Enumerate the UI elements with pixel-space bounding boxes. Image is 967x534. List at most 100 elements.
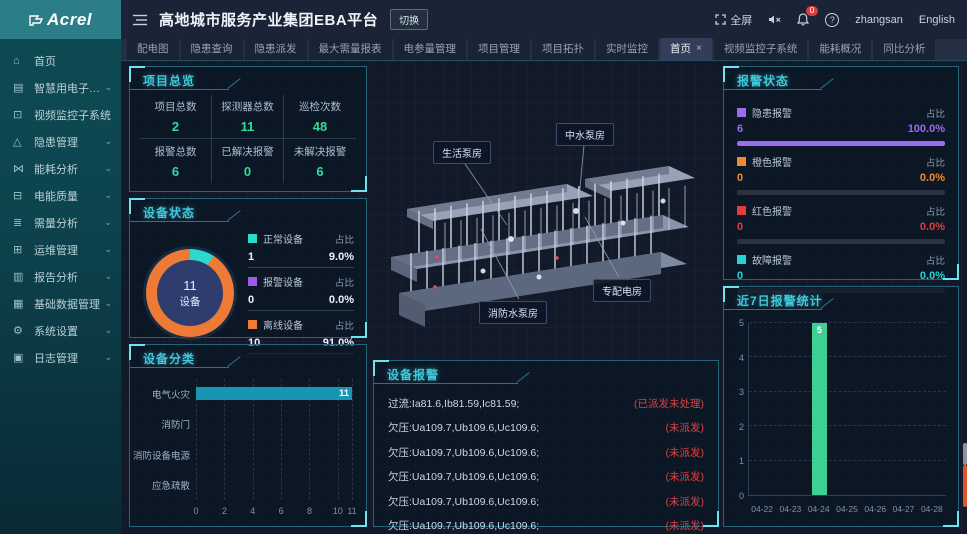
mute-button[interactable]	[768, 14, 781, 25]
panel-title-rule	[517, 372, 530, 383]
switch-project-button[interactable]: 切换	[390, 9, 428, 30]
tab-同比分析[interactable]: 同比分析	[873, 38, 935, 60]
alarm-row[interactable]: 欠压:Ua109.7,Ub109.6,Uc109.6;(未派发)	[388, 440, 704, 465]
panel-title-rule	[227, 356, 240, 367]
tab-电参量管理[interactable]: 电参量管理	[394, 38, 467, 60]
device-category-chart: 电气火灾消防门消防设备电源应急疏散 11	[138, 379, 352, 500]
tab-隐患查询[interactable]: 隐患查询	[181, 38, 243, 60]
ratio-label: 占比	[335, 232, 354, 246]
panel-corner-accent	[365, 322, 367, 338]
tab-隐患派发[interactable]: 隐患派发	[245, 38, 307, 60]
menu-collapse-icon[interactable]	[133, 14, 147, 26]
legend-label: 离线设备	[263, 317, 335, 332]
sidebar-item-系统设置[interactable]: ⚙系统设置⌄	[0, 317, 121, 344]
legend-color-swatch	[737, 157, 746, 166]
tab-label: 最大需量报表	[319, 41, 382, 56]
tick-label: 6	[279, 506, 284, 516]
legend-color-swatch	[737, 206, 746, 215]
sidebar-item-label: 能耗分析	[34, 161, 104, 177]
logo[interactable]: Acrel	[0, 0, 121, 39]
tick-label: 04-23	[776, 504, 804, 516]
alarm-status-value: 0	[737, 221, 743, 233]
sidebar-item-运维管理[interactable]: ⊞运维管理⌄	[0, 236, 121, 263]
alarm-row[interactable]: 过流:Ia81.6,Ib81.59,Ic81.59;(已派发未处理)	[388, 391, 704, 416]
alarm-status-percent: 100.0%	[908, 123, 945, 135]
room-label-中水泵房[interactable]: 中水泵房	[556, 123, 614, 146]
stat-label: 未解决报警	[294, 144, 347, 159]
chevron-down-icon: ⌄	[104, 163, 112, 174]
hazard-icon: △	[13, 135, 29, 148]
legend-color-swatch	[248, 320, 257, 329]
settings-icon: ⚙	[13, 324, 29, 337]
panel-corner-accent	[129, 198, 145, 200]
tab-配电图[interactable]: 配电图	[127, 38, 179, 60]
alarm-row[interactable]: 欠压:Ua109.7,Ub109.6,Uc109.6;(未派发)	[388, 416, 704, 441]
alarm-row[interactable]: 欠压:Ua109.7,Ub109.6,Uc109.6;(未派发)	[388, 465, 704, 490]
alarm-status-label: 故障报警	[752, 252, 926, 267]
room-label-专配电房[interactable]: 专配电房	[593, 279, 651, 302]
sidebar-item-报告分析[interactable]: ▥报告分析⌄	[0, 263, 121, 290]
user-menu[interactable]: zhangsan	[855, 14, 903, 26]
stat-label: 已解决报警	[221, 144, 274, 159]
alarm-status-row: 红色报警占比	[737, 203, 945, 218]
stat-value: 6	[172, 164, 179, 179]
tab-label: 隐患查询	[191, 41, 233, 56]
sidebar-item-基础数据管理[interactable]: ▦基础数据管理⌄	[0, 290, 121, 317]
sidebar-item-日志管理[interactable]: ▣日志管理⌄	[0, 344, 121, 371]
language-switcher[interactable]: English	[919, 14, 955, 26]
panel-corner-accent	[723, 286, 739, 288]
tab-实时监控[interactable]: 实时监控	[596, 38, 658, 60]
tab-视频监控子系统[interactable]: 视频监控子系统	[714, 38, 808, 60]
sidebar-item-隐患管理[interactable]: △隐患管理⌄	[0, 128, 121, 155]
tab-最大需量报表[interactable]: 最大需量报表	[309, 38, 392, 60]
eba-dashboard: Acrel ⌂首页▤智慧用电子系统⌄⊡视频监控子系统△隐患管理⌄⋈能耗分析⌄⊟电…	[0, 0, 967, 534]
alarm-status-values: 00.0%	[737, 267, 945, 288]
legend-color-swatch	[737, 108, 746, 117]
panel-title-rule	[130, 221, 229, 222]
tab-项目拓扑[interactable]: 项目拓扑	[532, 38, 594, 60]
tick-label: 应急疏散	[138, 470, 196, 500]
vertical-scrollbar[interactable]	[962, 61, 967, 534]
panel-corner-accent	[957, 264, 959, 280]
sidebar-item-电能质量[interactable]: ⊟电能质量⌄	[0, 182, 121, 209]
tick-label: 消防门	[138, 409, 196, 439]
panel-title-rule	[724, 89, 822, 90]
room-label-生活泵房[interactable]: 生活泵房	[433, 141, 491, 164]
room-label-消防水泵房[interactable]: 消防水泵房	[479, 301, 547, 324]
stat-value: 0	[244, 164, 251, 179]
panel-corner-accent	[129, 344, 131, 360]
main-content: 项目总览 项目总数2探测器总数11巡检次数48报警总数6已解决报警0未解决报警6…	[121, 61, 967, 534]
sidebar-item-需量分析[interactable]: ≣需量分析⌄	[0, 209, 121, 236]
alarm-row[interactable]: 欠压:Ua109.7,Ub109.6,Uc109.6;(未派发)	[388, 489, 704, 514]
fullscreen-button[interactable]: 全屏	[715, 12, 752, 28]
alarm-row[interactable]: 欠压:Ua109.7,Ub109.6,Uc109.6;(未派发)	[388, 514, 704, 534]
panel-corner-accent	[351, 190, 367, 192]
sidebar-item-能耗分析[interactable]: ⋈能耗分析⌄	[0, 155, 121, 182]
device-total-label: 设备	[180, 294, 201, 309]
ratio-label: 占比	[926, 106, 945, 120]
tick-label: 04-25	[833, 504, 861, 516]
sidebar-item-label: 运维管理	[34, 242, 104, 258]
tab-label: 隐患派发	[255, 41, 297, 56]
tab-label: 配电图	[137, 41, 169, 56]
tab-能耗概况[interactable]: 能耗概况	[809, 38, 871, 60]
close-icon[interactable]: ×	[696, 43, 702, 54]
notifications-button[interactable]: 0	[797, 13, 809, 26]
scrollbar-thumb[interactable]	[963, 465, 967, 507]
tab-首页[interactable]: 首页×	[660, 38, 712, 60]
sidebar-item-视频监控子系统[interactable]: ⊡视频监控子系统	[0, 101, 121, 128]
tab-项目管理[interactable]: 项目管理	[468, 38, 530, 60]
panel-device-alarm: 设备报警 过流:Ia81.6,Ib81.59,Ic81.59;(已派发未处理)欠…	[373, 360, 719, 527]
sidebar-item-首页[interactable]: ⌂首页	[0, 47, 121, 74]
chevron-down-icon: ⌄	[104, 244, 112, 255]
panel-device-status: 设备状态 11 设备 正常设备占比19.0%报警设备占比00.0%离线设备占比1…	[129, 198, 367, 338]
sidebar-menu: ⌂首页▤智慧用电子系统⌄⊡视频监控子系统△隐患管理⌄⋈能耗分析⌄⊟电能质量⌄≣需…	[0, 39, 121, 371]
acrel-logo-icon	[29, 14, 43, 26]
panel-corner-accent	[129, 344, 145, 346]
help-button[interactable]: ?	[825, 13, 839, 27]
building-3d-view[interactable]: 生活泵房 中水泵房消防水泵房 专配电房	[371, 61, 719, 359]
topbar-actions: 全屏 0 ? zhangsan English	[715, 12, 955, 28]
scrollbar-segment[interactable]	[963, 443, 967, 465]
smart-power-icon: ▤	[13, 81, 29, 94]
sidebar-item-智慧用电子系统[interactable]: ▤智慧用电子系统⌄	[0, 74, 121, 101]
